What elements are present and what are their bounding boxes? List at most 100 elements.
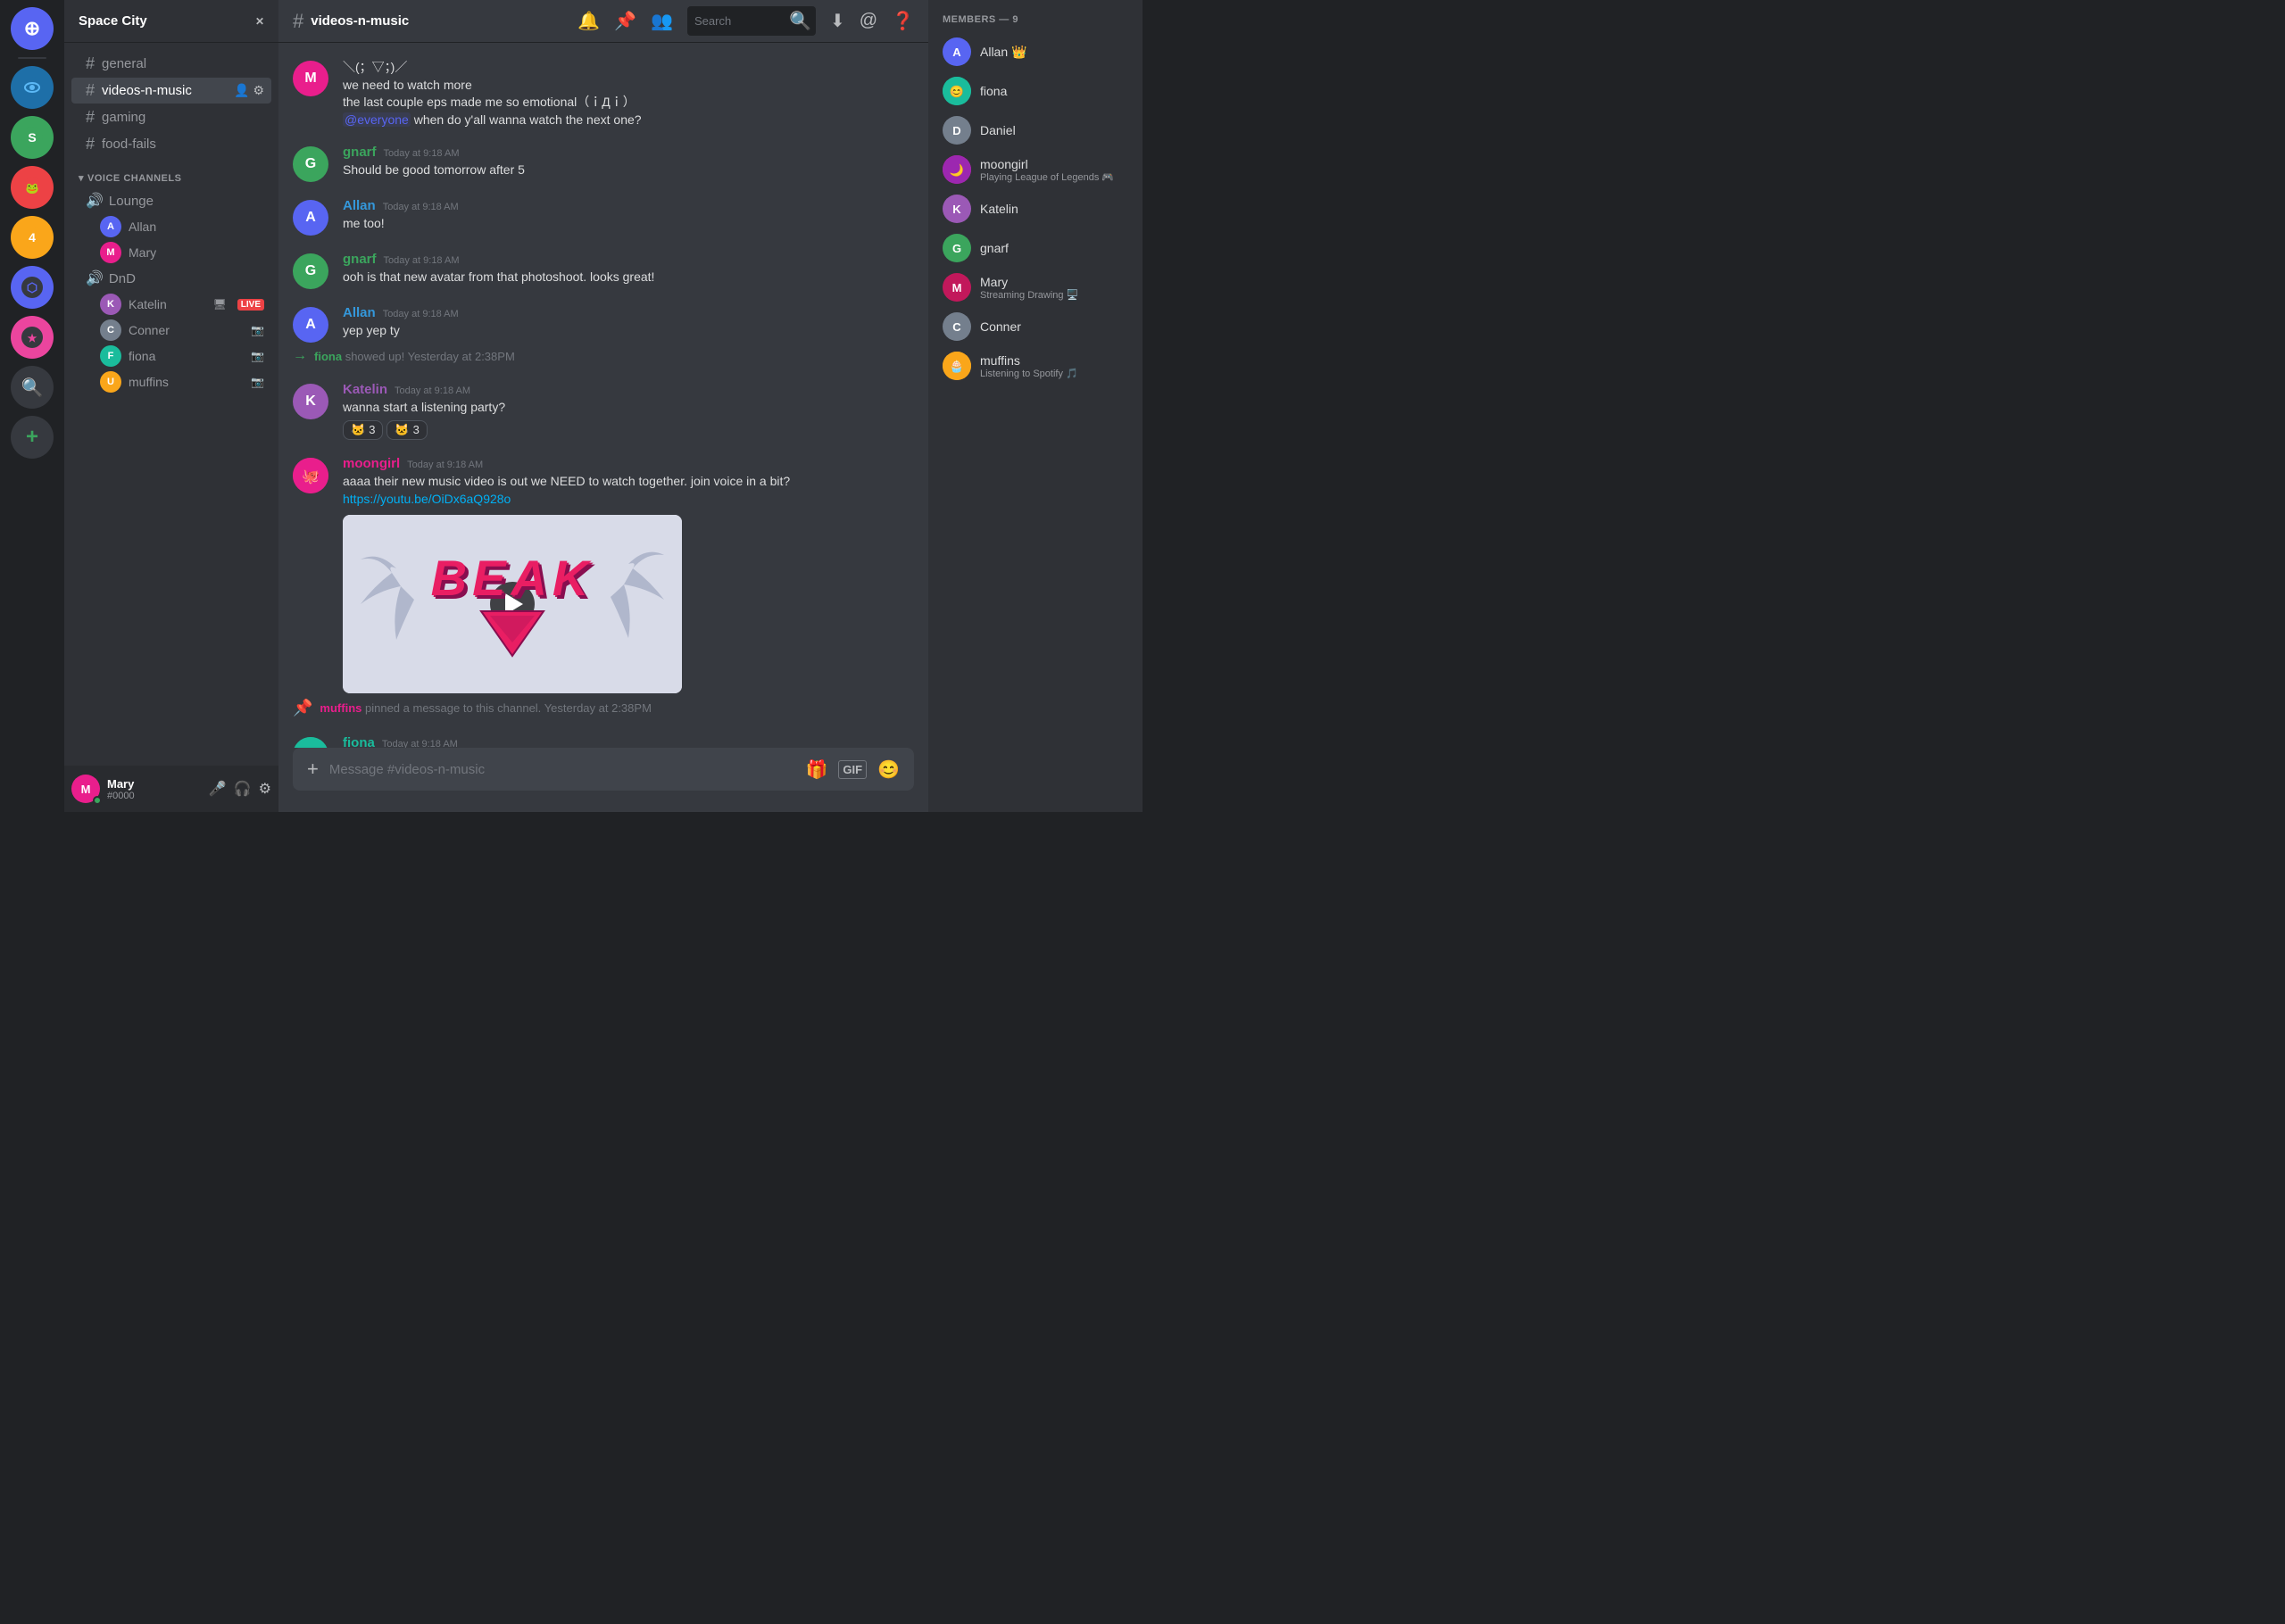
video-link[interactable]: https://youtu.be/OiDx6aQ928o [343, 492, 511, 506]
message-avatar: G [293, 253, 328, 289]
search-box[interactable]: 🔍 [687, 6, 816, 36]
voice-member-muffins[interactable]: U muffins 📷 [71, 369, 271, 394]
member-item-moongirl[interactable]: 🌙 moongirl Playing League of Legends 🎮 [935, 150, 1135, 189]
reaction-1[interactable]: 🐱 3 [343, 420, 383, 440]
voice-member-conner[interactable]: C Conner 📷 [71, 318, 271, 343]
channel-item-general[interactable]: # general [71, 51, 271, 77]
add-member-icon[interactable]: 👤 [234, 83, 249, 98]
message-username[interactable]: Katelin [343, 382, 387, 397]
channel-item-food-fails[interactable]: # food-fails [71, 131, 271, 157]
message-username[interactable]: gnarf [343, 145, 377, 160]
message-text: ＼(；▽；)／ we need to watch more the last c… [343, 59, 914, 128]
message-username[interactable]: Allan [343, 198, 376, 213]
message-5: A Allan Today at 9:18 AM yep yep ty [278, 298, 928, 344]
explore-icon[interactable]: 🔍 [11, 366, 54, 409]
add-server-icon[interactable]: + [11, 416, 54, 459]
server-rail: ⊕ S 🐸 4 ⬡ ★ 🔍 + [0, 0, 64, 812]
emoji-icon[interactable]: 😊 [877, 758, 900, 781]
mention-icon[interactable]: @ [860, 11, 877, 31]
footer-discriminator: #0000 [107, 791, 202, 801]
server-icon-5[interactable]: ⬡ [11, 266, 54, 309]
channel-header-name: videos-n-music [311, 13, 409, 29]
message-username[interactable]: fiona [343, 735, 375, 748]
user-settings-icon[interactable]: ⚙ [259, 780, 271, 798]
voice-channel-name: DnD [109, 271, 136, 286]
member-item-fiona[interactable]: 😊 fiona [935, 71, 1135, 111]
reaction-2[interactable]: 🐱 3 [386, 420, 427, 440]
channel-item-videos-n-music[interactable]: # videos-n-music 👤 ⚙ [71, 78, 271, 104]
camera-icon: 📷 [251, 324, 264, 336]
pin-action: pinned a message to this channel. [365, 701, 544, 715]
download-icon[interactable]: ⬇ [830, 10, 845, 32]
message-avatar: A [293, 200, 328, 236]
avatar: M [100, 242, 121, 263]
member-item-gnarf[interactable]: G gnarf [935, 228, 1135, 268]
message-header: Allan Today at 9:18 AM [343, 305, 914, 320]
server-name-header[interactable]: Space City ✕ [64, 0, 278, 43]
pin-time: Yesterday at 2:38PM [544, 701, 652, 715]
message-content: Allan Today at 9:18 AM me too! [343, 198, 914, 236]
video-thumbnail: BEAK [343, 515, 682, 693]
headphones-icon[interactable]: 🎧 [234, 780, 252, 798]
message-text: aaaa their new music video is out we NEE… [343, 473, 914, 508]
member-avatar: 😊 [943, 77, 971, 105]
member-item-daniel[interactable]: D Daniel [935, 111, 1135, 150]
hash-icon: # [86, 81, 95, 100]
voice-member-katelin[interactable]: K Katelin 🖥 LIVE [71, 292, 271, 317]
member-name: Allan 👑 [980, 45, 1128, 60]
members-icon[interactable]: 👥 [651, 10, 673, 32]
channel-item-gaming[interactable]: # gaming [71, 104, 271, 130]
message-username[interactable]: gnarf [343, 252, 377, 267]
help-icon[interactable]: ❓ [892, 10, 914, 32]
member-item-katelin[interactable]: K Katelin [935, 189, 1135, 228]
member-name: Daniel [980, 123, 1128, 137]
attach-file-icon[interactable]: + [307, 748, 319, 791]
server-icon-2[interactable]: S [11, 116, 54, 159]
voice-member-allan[interactable]: A Allan [71, 214, 271, 239]
gif-button[interactable]: GIF [838, 760, 867, 779]
pin-icon[interactable]: 📌 [614, 10, 636, 32]
gift-icon[interactable]: 🎁 [806, 758, 828, 781]
member-item-mary[interactable]: M Mary Streaming Drawing 🖥️ [935, 268, 1135, 307]
bell-icon[interactable]: 🔔 [577, 10, 600, 32]
reaction-emoji: 🐱 [395, 423, 409, 437]
member-name: Mary [129, 245, 156, 260]
channel-name: videos-n-music [102, 83, 192, 98]
search-icon: 🔍 [789, 10, 811, 32]
user-avatar[interactable]: M [71, 775, 100, 803]
svg-text:🧁: 🧁 [950, 360, 964, 373]
server-icon-space-city[interactable] [11, 66, 54, 109]
video-embed[interactable]: BEAK [343, 515, 682, 693]
voice-member-fiona[interactable]: F fiona 📷 [71, 344, 271, 369]
voice-channels-header[interactable]: ▾ Voice Channels [64, 158, 278, 187]
camera-icon: 📷 [251, 376, 264, 388]
voice-channel-dnd[interactable]: 🔊 DnD [71, 266, 271, 291]
message-input[interactable] [329, 752, 795, 787]
member-item-conner[interactable]: C Conner [935, 307, 1135, 346]
member-item-allan[interactable]: A Allan 👑 [935, 32, 1135, 71]
server-icon-6[interactable]: ★ [11, 316, 54, 359]
member-item-muffins[interactable]: 🧁 muffins Listening to Spotify 🎵 [935, 346, 1135, 385]
voice-member-mary[interactable]: M Mary [71, 240, 271, 265]
message-content: Allan Today at 9:18 AM yep yep ty [343, 305, 914, 343]
message-4: G gnarf Today at 9:18 AM ooh is that new… [278, 244, 928, 291]
message-time: Today at 9:18 AM [384, 148, 460, 159]
voice-channel-lounge[interactable]: 🔊 Lounge [71, 188, 271, 213]
search-input[interactable] [694, 14, 784, 28]
discord-home-icon[interactable]: ⊕ [11, 7, 54, 50]
server-icon-4[interactable]: 4 [11, 216, 54, 259]
server-icon-3[interactable]: 🐸 [11, 166, 54, 209]
message-username[interactable]: Allan [343, 305, 376, 320]
message-header: gnarf Today at 9:18 AM [343, 145, 914, 160]
message-username[interactable]: moongirl [343, 456, 400, 471]
user-info: Mary #0000 [107, 777, 202, 801]
message-avatar: M [293, 61, 328, 96]
channel-hash-icon: # [293, 10, 303, 33]
member-name: Conner [129, 323, 170, 337]
member-info: gnarf [980, 241, 1128, 255]
message-text: Should be good tomorrow after 5 [343, 162, 914, 179]
member-avatar: 🌙 [943, 155, 971, 184]
microphone-icon[interactable]: 🎤 [209, 780, 227, 798]
header-actions: 🔔 📌 👥 🔍 ⬇ @ ❓ [577, 6, 914, 36]
settings-icon[interactable]: ⚙ [253, 83, 264, 98]
